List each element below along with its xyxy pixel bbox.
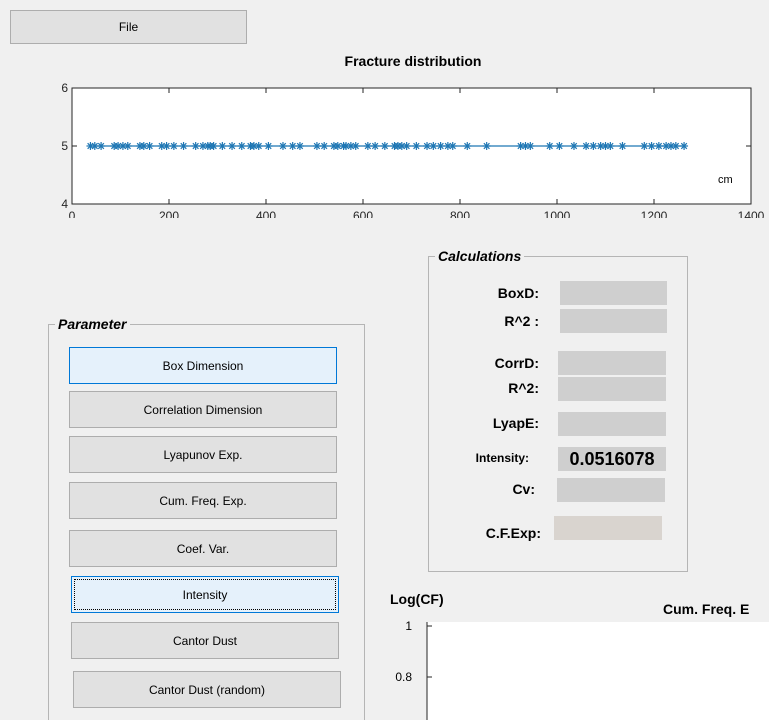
data-point	[288, 142, 297, 150]
cum-freq-y-tick-label: 1	[405, 619, 412, 633]
data-point	[264, 142, 273, 150]
box-dimension-button[interactable]: Box Dimension	[69, 347, 337, 384]
x-tick-label: 800	[450, 209, 470, 218]
boxd-r2-label: R^2 :	[504, 313, 539, 329]
data-point	[606, 142, 615, 150]
data-point	[351, 142, 360, 150]
data-point	[545, 142, 554, 150]
correlation-dimension-label: Correlation Dimension	[143, 402, 263, 417]
lyape-label: LyapE:	[492, 415, 539, 431]
intensity-button[interactable]: Intensity	[71, 576, 339, 613]
y-tick-label: 6	[61, 81, 68, 95]
boxd-label: BoxD:	[497, 285, 539, 301]
data-point	[555, 142, 564, 150]
data-point	[312, 142, 321, 150]
x-tick-label: 1400	[738, 209, 765, 218]
coef-var-button[interactable]: Coef. Var.	[69, 530, 337, 567]
data-point	[402, 142, 411, 150]
cum-freq-chart: Log(CF) Cum. Freq. E 1 0.8	[390, 591, 769, 720]
cantor-dust-random-label: Cantor Dust (random)	[148, 682, 266, 697]
data-point	[371, 142, 380, 150]
y-tick-label: 5	[61, 139, 68, 153]
chart-title: Fracture distribution	[345, 53, 482, 69]
data-point	[448, 142, 457, 150]
data-point	[654, 142, 663, 150]
calculations-panel-title: Calculations	[435, 248, 525, 264]
data-point	[582, 142, 591, 150]
cantor-dust-label: Cantor Dust	[172, 633, 238, 648]
x-tick-label: 400	[256, 209, 276, 218]
cum-freq-y-tick-label: 0.8	[395, 670, 412, 684]
file-menu-label: File	[118, 20, 139, 34]
boxd-r2-value	[560, 309, 667, 333]
data-point	[482, 142, 491, 150]
data-point	[412, 142, 421, 150]
lyape-value	[558, 412, 666, 436]
data-point	[237, 142, 246, 150]
fracture-distribution-chart: Fracture distribution 0 200 400 600 800 1000 1…	[61, 53, 765, 218]
corrd-r2-value	[558, 377, 666, 401]
x-tick-label: 200	[159, 209, 179, 218]
data-point	[363, 142, 372, 150]
data-point	[429, 142, 438, 150]
x-tick-label: 1200	[641, 209, 668, 218]
y-tick-labels: 4 5 6	[61, 81, 68, 211]
unit-label: cm	[718, 174, 733, 186]
data-point	[162, 142, 171, 150]
corrd-r2-label: R^2:	[508, 380, 539, 396]
parameter-panel: Parameter Box Dimension Correlation Dime…	[48, 316, 365, 720]
data-point	[589, 142, 598, 150]
cum-freq-exp-button[interactable]: Cum. Freq. Exp.	[69, 482, 337, 519]
parameter-panel-title: Parameter	[55, 316, 130, 332]
intensity-result-value: 0.0516078	[558, 447, 666, 471]
corrd-label: CorrD:	[494, 355, 539, 371]
data-point	[436, 142, 445, 150]
data-point	[123, 142, 132, 150]
boxd-value	[560, 281, 667, 305]
cf-exp-value	[554, 516, 662, 540]
data-point	[278, 142, 287, 150]
data-point	[640, 142, 649, 150]
data-point	[569, 142, 578, 150]
cum-freq-exp-label: Cum. Freq. Exp.	[159, 493, 247, 508]
data-point	[295, 142, 304, 150]
data-point	[463, 142, 472, 150]
cv-label: Cv:	[512, 481, 535, 497]
coef-var-label: Coef. Var.	[176, 541, 230, 556]
cf-exp-label: C.F.Exp:	[485, 525, 541, 541]
box-dimension-label: Box Dimension	[162, 358, 244, 373]
cum-freq-plot-area	[427, 622, 769, 720]
cum-freq-ylabel: Log(CF)	[390, 591, 444, 607]
y-tick-label: 4	[61, 197, 68, 211]
file-menu-button[interactable]: File	[10, 10, 247, 44]
data-point	[191, 142, 200, 150]
data-point	[380, 142, 389, 150]
x-tick-label: 1000	[544, 209, 571, 218]
data-point	[618, 142, 627, 150]
data-point	[647, 142, 656, 150]
intensity-label: Intensity	[182, 587, 228, 602]
data-point	[254, 142, 263, 150]
data-point	[680, 142, 689, 150]
lyapunov-exp-label: Lyapunov Exp.	[163, 447, 243, 462]
data-point	[526, 142, 535, 150]
cantor-dust-random-button[interactable]: Cantor Dust (random)	[73, 671, 341, 708]
calculations-panel: Calculations BoxD: R^2 : CorrD: R^2: Lya…	[428, 248, 688, 572]
cum-freq-title: Cum. Freq. E	[663, 601, 749, 617]
correlation-dimension-button[interactable]: Correlation Dimension	[69, 391, 337, 428]
x-tick-label: 0	[69, 209, 76, 218]
lyapunov-exp-button[interactable]: Lyapunov Exp.	[69, 436, 337, 473]
cv-value	[557, 478, 665, 502]
x-tick-labels: 0 200 400 600 800 1000 1200 1400	[69, 209, 765, 218]
intensity-result-label: Intensity:	[475, 451, 529, 465]
cantor-dust-button[interactable]: Cantor Dust	[71, 622, 339, 659]
data-point	[228, 142, 237, 150]
corrd-value	[558, 351, 666, 375]
data-point	[179, 142, 188, 150]
data-point	[320, 142, 329, 150]
x-tick-label: 600	[353, 209, 373, 218]
data-point	[671, 142, 680, 150]
